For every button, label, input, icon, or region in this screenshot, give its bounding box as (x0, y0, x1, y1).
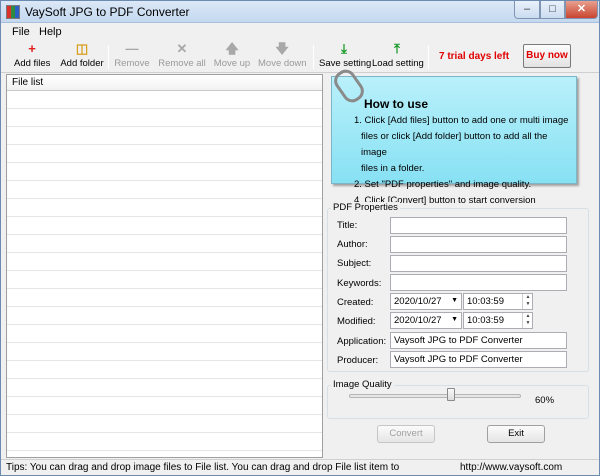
toolbar-separator (428, 45, 429, 69)
buy-now-button[interactable]: Buy now (523, 44, 571, 68)
toolbar-separator (108, 45, 109, 69)
created-time-value: 10:03:59 (467, 296, 504, 307)
toolbar: + Add files ◫ Add folder — Remove ✕ Remo… (1, 41, 599, 73)
remove-all-button[interactable]: ✕ Remove all (158, 42, 206, 72)
menu-file[interactable]: File (10, 26, 32, 38)
arrow-down-icon: 🡇 (275, 41, 289, 56)
created-label: Created: (337, 297, 374, 308)
created-date-value: 2020/10/27 (394, 296, 442, 307)
plus-icon: + (28, 41, 36, 56)
toolbar-separator (313, 45, 314, 69)
image-quality-slider-thumb[interactable] (447, 388, 456, 401)
how-to-step: files in a folder. (361, 163, 425, 174)
image-quality-slider[interactable] (349, 394, 521, 398)
how-to-steps: 1. Click [Add files] button to add one o… (354, 113, 574, 209)
application-field[interactable]: Vaysoft JPG to PDF Converter (390, 332, 567, 349)
add-files-button[interactable]: + Add files (14, 42, 50, 72)
producer-field[interactable]: Vaysoft JPG to PDF Converter (390, 351, 567, 368)
download-icon: ⤓ (341, 41, 347, 56)
menu-bar: File Help (1, 24, 599, 41)
exit-button[interactable]: Exit (487, 425, 545, 443)
keywords-label: Keywords: (337, 278, 382, 289)
modified-time-spinner[interactable]: ▲ ▼ (522, 313, 533, 328)
maximize-button[interactable]: □ (540, 1, 565, 19)
folder-icon: ◫ (75, 41, 89, 56)
title-bar[interactable]: VaySoft JPG to PDF Converter – □ ✕ (1, 1, 599, 23)
how-to-step: files or click [Add folder] button to ad… (361, 131, 548, 158)
image-quality-value: 60% (535, 395, 555, 406)
status-tip: Tips: You can drag and drop image files … (6, 462, 400, 473)
modified-time-value: 10:03:59 (467, 315, 504, 326)
move-up-button[interactable]: 🡅 Move up (213, 42, 251, 72)
minimize-button[interactable]: – (514, 1, 540, 19)
modified-label: Modified: (337, 316, 376, 327)
window-title: VaySoft JPG to PDF Converter (25, 5, 190, 19)
title-field[interactable] (390, 217, 567, 234)
modified-date-picker[interactable]: 2020/10/27 ▼ (390, 312, 462, 329)
load-setting-button[interactable]: ⤒ Load setting (372, 41, 424, 72)
file-list-rows[interactable] (7, 91, 322, 457)
how-to-step: 2. Set "PDF properties" and image qualit… (354, 179, 532, 190)
producer-label: Producer: (337, 355, 379, 366)
how-to-use-note: How to use 1. Click [Add files] button t… (330, 65, 577, 206)
save-setting-button[interactable]: ⤓ Save setting (319, 41, 371, 72)
application-label: Application: (337, 336, 387, 347)
status-bar: Tips: You can drag and drop image files … (1, 459, 599, 475)
image-quality-label: Image Quality (331, 379, 394, 390)
modified-date-value: 2020/10/27 (394, 315, 442, 326)
move-down-button[interactable]: 🡇 Move down (258, 41, 307, 72)
created-time-spinner[interactable]: ▲ ▼ (522, 294, 533, 309)
dropdown-arrow-icon[interactable]: ▼ (451, 316, 458, 323)
pdf-properties-label: PDF Properties (331, 202, 400, 213)
app-icon (6, 5, 20, 19)
close-button[interactable]: ✕ (565, 1, 598, 19)
arrow-up-icon: 🡅 (225, 41, 239, 56)
convert-button[interactable]: Convert (377, 425, 435, 443)
menu-help[interactable]: Help (37, 26, 64, 38)
upload-icon: ⤒ (394, 41, 400, 56)
website-link[interactable]: http://www.vaysoft.com (460, 462, 562, 473)
file-list[interactable]: File list (6, 74, 323, 458)
how-to-step: 1. Click [Add files] button to add one o… (354, 115, 569, 126)
remove-button[interactable]: — Remove (113, 42, 151, 72)
how-to-title: How to use (364, 97, 429, 111)
dropdown-arrow-icon[interactable]: ▼ (451, 297, 458, 304)
author-label: Author: (337, 239, 368, 250)
author-field[interactable] (390, 236, 567, 253)
created-date-picker[interactable]: 2020/10/27 ▼ (390, 293, 462, 310)
file-list-header[interactable]: File list (7, 75, 322, 91)
app-window: VaySoft JPG to PDF Converter – □ ✕ File … (0, 0, 600, 476)
keywords-field[interactable] (390, 274, 567, 291)
minus-icon: — (125, 41, 139, 56)
trial-days-label: 7 trial days left (439, 51, 510, 62)
title-label: Title: (337, 220, 358, 231)
subject-label: Subject: (337, 258, 372, 269)
add-folder-button[interactable]: ◫ Add folder (60, 42, 104, 72)
subject-field[interactable] (390, 255, 567, 272)
x-icon: ✕ (176, 41, 188, 56)
